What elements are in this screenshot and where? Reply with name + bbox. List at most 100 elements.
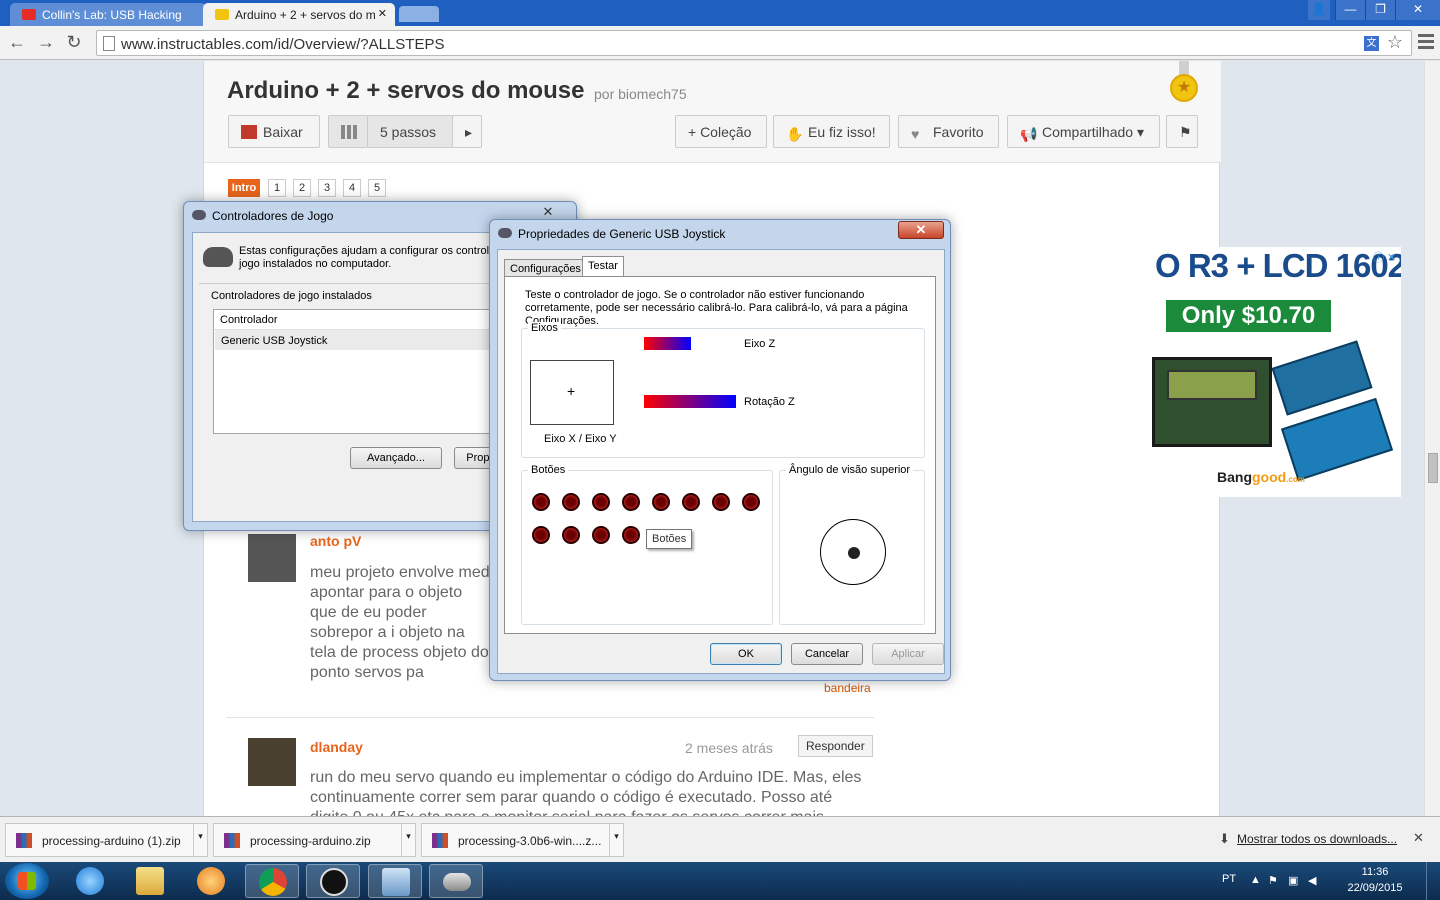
network-icon[interactable]: ▣ (1288, 874, 1300, 887)
i-made-it-button[interactable]: ✋ Eu fiz isso! (773, 115, 890, 148)
download-item[interactable]: processing-arduino (1).zip ▾ (5, 823, 208, 857)
close-button[interactable]: ✕ (898, 221, 944, 239)
taskbar-control-panel[interactable] (368, 864, 422, 898)
winrar-icon (224, 833, 240, 848)
show-desktop-button[interactable] (1426, 862, 1440, 900)
taskbar-game-controllers[interactable] (429, 864, 483, 898)
user-icon[interactable]: 👤 (1308, 0, 1330, 20)
forward-icon[interactable]: → (35, 32, 57, 54)
hand-icon: ✋ (786, 126, 804, 142)
flag-icon[interactable]: ⚑ (1268, 874, 1280, 887)
avatar[interactable] (248, 534, 296, 582)
cancel-button[interactable]: Cancelar (791, 643, 863, 665)
chevron-down-icon[interactable]: ▾ (193, 824, 207, 856)
browser-tabstrip: Collin's Lab: USB Hacking Arduino + 2 + … (0, 0, 1440, 26)
joystick-button-indicator (592, 526, 610, 544)
system-tray: PT ▲ ⚑ ▣ ◀ 11:36 22/09/2015 (1210, 862, 1440, 900)
ok-button[interactable]: OK (710, 643, 782, 665)
close-tab-icon[interactable]: ✕ (378, 7, 387, 20)
windows-logo-icon (18, 872, 36, 890)
apply-button[interactable]: Aplicar (872, 643, 944, 665)
close-icon[interactable]: ✕ (1413, 830, 1424, 846)
instructables-icon (215, 9, 229, 20)
step-link-3[interactable]: 3 (318, 179, 336, 197)
language-indicator[interactable]: PT (1222, 873, 1236, 885)
clock-date[interactable]: 22/09/2015 (1340, 882, 1410, 894)
flag-button[interactable]: ⚑ (1166, 115, 1198, 148)
chevron-up-icon[interactable]: ▲ (1250, 874, 1262, 886)
chevron-down-icon[interactable]: ▾ (609, 824, 623, 856)
article-author[interactable]: por biomech75 (594, 86, 687, 102)
advertisement[interactable]: O R3 + LCD 1602 ⓘ ✕ Only $10.70 Banggood… (1147, 247, 1401, 497)
joystick-button-indicator (742, 493, 760, 511)
joystick-button-indicator (682, 493, 700, 511)
download-item[interactable]: processing-3.0b6-win....z... ▾ (421, 823, 624, 857)
reload-icon[interactable]: ↻ (63, 32, 85, 54)
flag-comment-link[interactable]: bandeira (824, 681, 871, 695)
test-description: Teste o controlador de jogo. Se o contro… (525, 289, 908, 327)
close-window-button[interactable]: ✕ (1395, 0, 1440, 20)
back-icon[interactable]: ← (6, 32, 28, 54)
taskbar-chrome[interactable] (245, 864, 299, 898)
share-button[interactable]: 📢 Compartilhado ▾ (1007, 115, 1160, 148)
comment-text: run do meu servo quando eu implementar o… (310, 769, 862, 816)
avatar[interactable] (248, 738, 296, 786)
clock-time[interactable]: 11:36 (1340, 866, 1410, 878)
download-item[interactable]: processing-arduino.zip ▾ (213, 823, 416, 857)
ad-headline: O R3 + LCD 1602 (1155, 247, 1401, 284)
steps-grid-button[interactable] (328, 115, 368, 148)
minimize-button[interactable]: — (1335, 0, 1365, 20)
page-icon (103, 36, 115, 51)
ad-close-icon[interactable]: ⓘ ✕ (1373, 249, 1399, 264)
lcd-shield-image (1152, 357, 1272, 447)
scrollbar-thumb[interactable] (1428, 453, 1438, 483)
advanced-button[interactable]: Avançado... (350, 447, 442, 469)
tab-testar[interactable]: Testar (582, 256, 624, 278)
step-link-4[interactable]: 4 (343, 179, 361, 197)
step-link-5[interactable]: 5 (368, 179, 386, 197)
comment-author[interactable]: anto pV (310, 533, 361, 549)
internet-explorer-icon (76, 867, 104, 895)
taskbar-file-explorer[interactable] (123, 864, 177, 898)
chevron-down-icon[interactable]: ▾ (401, 824, 415, 856)
taskbar-media-player[interactable] (184, 864, 238, 898)
download-pdf-button[interactable]: Baixar (228, 115, 320, 148)
favorite-button[interactable]: ♥ Favorito (898, 115, 999, 148)
add-collection-button[interactable]: + Coleção (675, 115, 767, 148)
browser-toolbar: ← → ↻ www.instructables.com/id/Overview/… (0, 26, 1440, 60)
new-tab-button[interactable] (399, 6, 439, 22)
crosshair-icon: + (567, 383, 576, 399)
start-button[interactable] (5, 863, 49, 899)
ad-price: Only $10.70 (1166, 300, 1331, 332)
translate-icon[interactable]: 文 (1364, 36, 1379, 51)
taskbar-internet-explorer[interactable] (63, 864, 117, 898)
volume-icon[interactable]: ◀ (1308, 874, 1320, 887)
restore-button[interactable]: ❐ (1365, 0, 1395, 20)
group-label: Eixos (528, 322, 561, 334)
step-link-intro[interactable]: Intro (228, 179, 260, 197)
pov-indicator (820, 519, 886, 585)
taskbar-processing[interactable] (306, 864, 360, 898)
step-link-1[interactable]: 1 (268, 179, 286, 197)
comment-author[interactable]: dlanday (310, 739, 363, 755)
comment-text: meu projeto envolve med apontar para o o… (310, 564, 490, 681)
tab-arduino[interactable]: Arduino + 2 + servos do m ✕ (203, 3, 395, 26)
page-scrollbar[interactable] (1424, 61, 1440, 816)
bookmark-star-icon[interactable]: ☆ (1387, 32, 1403, 53)
tab-configuracoes[interactable]: Configurações (504, 259, 587, 277)
chrome-menu-icon[interactable] (1418, 34, 1434, 52)
xy-axis-label: Eixo X / Eixo Y (544, 433, 617, 445)
address-bar[interactable]: www.instructables.com/id/Overview/?ALLST… (96, 30, 1412, 56)
folder-icon (136, 867, 164, 895)
chrome-icon (259, 868, 287, 896)
window-body: Configurações Testar Teste o controlador… (497, 249, 945, 674)
window-controls: — ❐ ✕ (1335, 0, 1440, 20)
step-link-2[interactable]: 2 (293, 179, 311, 197)
steps-count-button[interactable]: 5 passos (367, 115, 453, 148)
reply-button[interactable]: Responder (798, 735, 873, 757)
next-step-button[interactable]: ▸ (452, 115, 482, 148)
show-all-downloads-link[interactable]: Mostrar todos os downloads... (1237, 832, 1397, 846)
joystick-button-indicator (562, 526, 580, 544)
tab-collins-lab[interactable]: Collin's Lab: USB Hacking (10, 3, 206, 26)
group-label: Ângulo de visão superior (786, 464, 914, 476)
